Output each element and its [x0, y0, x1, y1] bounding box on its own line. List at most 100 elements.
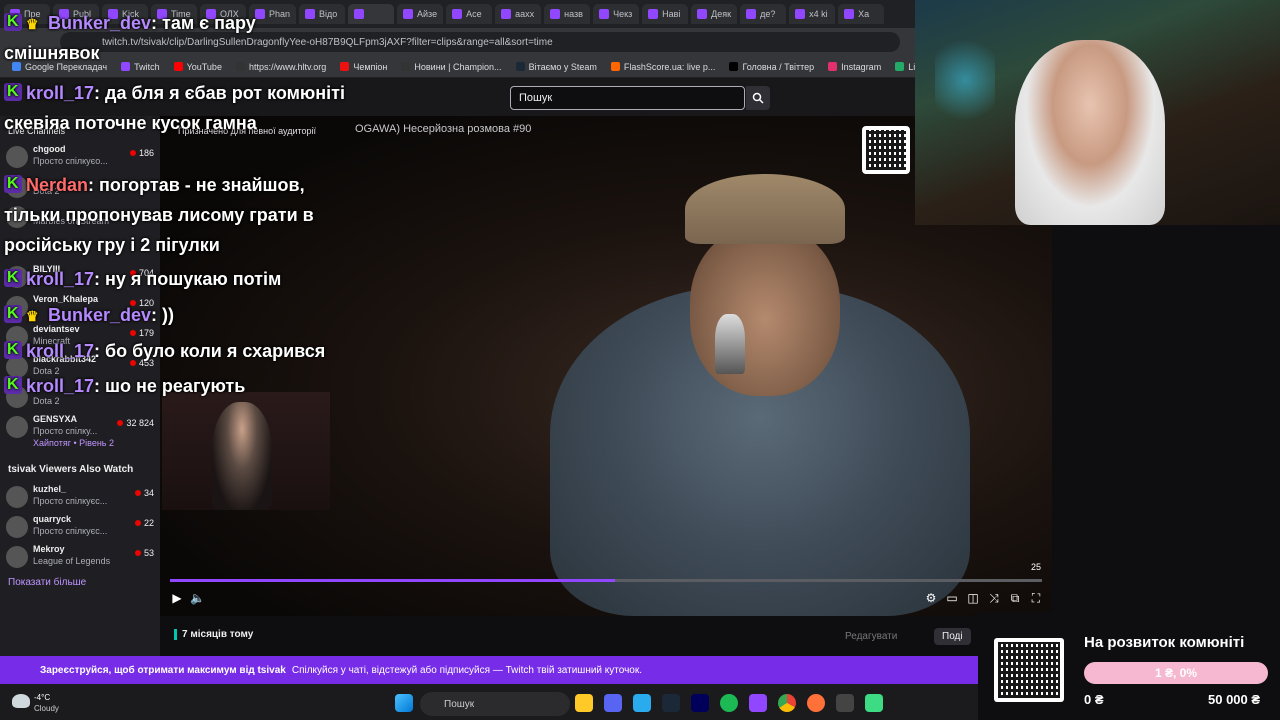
streamer-webcam	[915, 0, 1280, 225]
spotify-icon[interactable]	[720, 694, 738, 712]
ambient-light	[935, 20, 995, 140]
chat-message: kroll_17: бо було коли я схарився	[4, 335, 354, 366]
chat-text: : ))	[151, 305, 175, 325]
browser-tab[interactable]: аахх	[495, 4, 542, 24]
bookmark-item[interactable]: Вітаємо у Steam	[515, 61, 597, 72]
chat-username: kroll_17	[26, 83, 95, 103]
tab-favicon-icon	[452, 9, 463, 19]
play-icon[interactable]: ▶	[170, 591, 184, 605]
chat-message: ♛ Bunker_dev: ))	[4, 299, 354, 330]
discord-icon[interactable]	[604, 694, 622, 712]
chat-username: kroll_17	[26, 341, 95, 361]
tab-favicon-icon	[795, 9, 806, 19]
bookmark-item[interactable]: Головна / Твіттер	[729, 62, 814, 72]
taskbar-search[interactable]: Пошук	[420, 692, 570, 716]
tab-label: Ха	[858, 9, 870, 19]
twitch-app-icon[interactable]	[749, 694, 767, 712]
chat-username: kroll_17	[26, 269, 95, 289]
browser-tab[interactable]: Деяк	[691, 4, 738, 24]
speaker-face	[690, 226, 840, 396]
browser-tab[interactable]: Чекз	[593, 4, 640, 24]
tab-label: Чекз	[613, 9, 633, 19]
also-watch-header: tsivak Viewers Also Watch	[8, 464, 134, 475]
also-watch-channel[interactable]: Mekroy League of Legends 53	[6, 544, 156, 574]
donation-min: 0 ₴	[1084, 692, 1104, 707]
bookmark-label: Вітаємо у Steam	[528, 61, 597, 72]
browser-tab[interactable]: x4 ki	[789, 4, 836, 24]
browser-tab[interactable]: Ace	[446, 4, 493, 24]
theatre-mode-icon[interactable]: ▭	[945, 591, 959, 605]
chat-username: Bunker_dev	[48, 305, 152, 325]
channel-category: Просто спілкуєс...	[33, 496, 108, 506]
also-watch-channel[interactable]: kuzhel_ Просто спілкуєс... 34	[6, 484, 156, 514]
tab-favicon-icon	[746, 9, 757, 19]
also-watch-channel[interactable]: quarryck Просто спілкуєс... 22	[6, 514, 156, 544]
firefox-icon[interactable]	[807, 694, 825, 712]
signup-banner[interactable]: Зареєструйся, щоб отримати максимум від …	[0, 656, 978, 684]
viewer-count: 32 824	[117, 418, 154, 428]
sidebar-toggle-icon[interactable]: ◫	[966, 591, 980, 605]
chat-message: kroll_17: ну я пошукаю потім	[4, 263, 354, 294]
channel-category: League of Legends	[33, 556, 111, 566]
tab-favicon-icon	[501, 9, 512, 19]
chrome-icon[interactable]	[778, 694, 796, 712]
clip-icon[interactable]: ⤨	[987, 591, 1001, 605]
chat-text: : бо було коли я схарився	[94, 341, 326, 361]
bookmark-item[interactable]: Новини | Champion...	[401, 61, 502, 72]
obs-icon[interactable]	[836, 694, 854, 712]
crown-badge-icon: ♛	[26, 308, 39, 324]
tab-label: Деяк	[711, 9, 732, 19]
avatar	[6, 516, 28, 538]
tab-favicon-icon	[648, 9, 659, 19]
notepad-icon[interactable]	[865, 694, 883, 712]
browser-tab[interactable]: Ха	[838, 4, 885, 24]
bookmark-icon	[515, 62, 525, 71]
chat-username: Bunker_dev	[48, 13, 152, 33]
fullscreen-icon[interactable]: ⛶	[1029, 591, 1043, 605]
telegram-icon[interactable]	[633, 694, 651, 712]
weather-temperature: -4°C	[34, 693, 51, 702]
search-input[interactable]: Пошук	[510, 86, 745, 110]
chat-message: Nerdan: погортав - не знайшов, тільки пр…	[4, 169, 354, 260]
kick-badge-icon	[4, 263, 22, 293]
search-button[interactable]	[746, 86, 770, 110]
edit-button[interactable]: Редагувати	[845, 631, 897, 642]
weather-description: Cloudy	[34, 704, 59, 713]
channel-name: kuzhel_	[33, 484, 67, 494]
sidebar-channel[interactable]: GENSYXA Просто спілку... 32 824 Хайпотяг • …	[6, 414, 156, 448]
tab-favicon-icon	[697, 9, 708, 19]
browser-tab[interactable]: де?	[740, 4, 787, 24]
microphone	[715, 314, 745, 374]
chat-message: kroll_17: шо не реагують	[4, 370, 354, 401]
bookmark-label: FlashScore.ua: live p...	[623, 61, 716, 72]
bookmark-item[interactable]: FlashScore.ua: live p...	[610, 61, 716, 72]
settings-icon[interactable]: ⚙	[924, 591, 938, 605]
show-more-link[interactable]: Показати більше	[8, 577, 86, 588]
donation-max: 50 000 ₴	[1208, 692, 1261, 707]
tab-favicon-icon	[599, 9, 610, 19]
chat-username: kroll_17	[26, 376, 95, 396]
chat-message: kroll_17: да бля я єбав рот комюніті ске…	[4, 77, 354, 138]
pip-icon[interactable]: ⧉	[1008, 591, 1022, 605]
chat-username: Nerdan	[26, 175, 89, 195]
browser-tab[interactable]: назв	[544, 4, 591, 24]
bookmark-label: Новини | Champion...	[414, 61, 502, 72]
kick-badge-icon	[4, 77, 22, 107]
guest-webcam	[162, 392, 330, 510]
bookmark-item[interactable]: Liquipedia Dota 2...	[895, 62, 915, 72]
share-button[interactable]: Поді	[934, 628, 971, 645]
steam-icon[interactable]	[662, 694, 680, 712]
tab-favicon-icon	[550, 9, 561, 19]
kick-badge-icon	[4, 299, 22, 329]
file-explorer-icon[interactable]	[575, 694, 593, 712]
avatar	[6, 546, 28, 568]
speaker-cap	[685, 174, 845, 244]
bookmark-item[interactable]: Instagram	[828, 62, 881, 72]
premiere-icon[interactable]	[691, 694, 709, 712]
browser-tab[interactable]: Айзе	[397, 4, 444, 24]
banner-headline: Зареєструйся, щоб отримати максимум від …	[40, 664, 286, 676]
windows-start-icon[interactable]	[395, 694, 413, 712]
browser-tab[interactable]: Наві	[642, 4, 689, 24]
viewer-count: 22	[135, 518, 154, 528]
volume-icon[interactable]: 🔈	[190, 591, 205, 605]
